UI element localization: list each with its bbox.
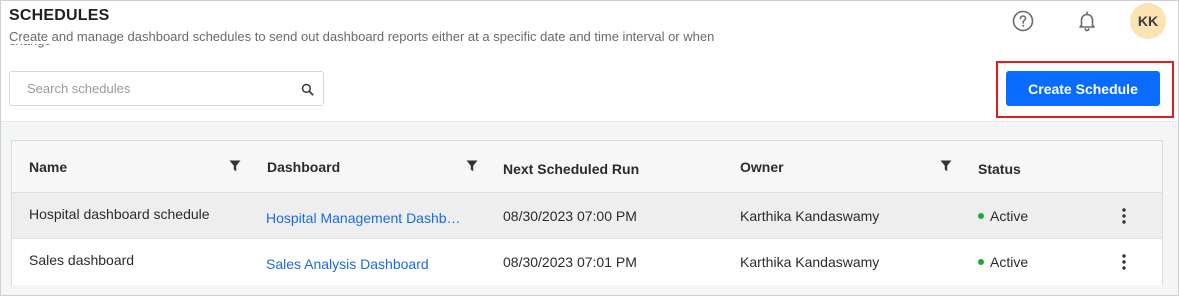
- owner-filter-icon[interactable]: [940, 160, 952, 172]
- row-name: Hospital dashboard schedule: [29, 206, 210, 222]
- row-next-run: 08/30/2023 07:01 PM: [503, 254, 637, 270]
- search-input[interactable]: [10, 72, 290, 105]
- row-owner: Karthika Kandaswamy: [740, 208, 880, 224]
- row-dashboard-label[interactable]: Sales Analysis Dashboard: [266, 256, 429, 272]
- page-header: SCHEDULES Create and manage dashboard sc…: [1, 1, 1178, 121]
- create-schedule-button[interactable]: Create Schedule: [1006, 71, 1160, 106]
- help-circle-icon: [1012, 10, 1034, 32]
- row-status: Active: [978, 193, 1088, 239]
- status-badge: Active: [990, 208, 1029, 224]
- row-dashboard-link[interactable]: Hospital Management Dashb…: [266, 195, 482, 241]
- search-icon[interactable]: [301, 83, 314, 96]
- page-title: SCHEDULES: [9, 7, 110, 24]
- search-box[interactable]: [9, 71, 324, 106]
- notifications-button[interactable]: [1071, 5, 1103, 37]
- column-header-name[interactable]: Name: [29, 141, 67, 193]
- column-header-status[interactable]: Status: [978, 143, 1021, 195]
- name-filter-icon[interactable]: [229, 160, 241, 172]
- row-name: Sales dashboard: [29, 252, 135, 268]
- table-row[interactable]: Hospital dashboard schedule Hospital Man…: [12, 193, 1162, 239]
- schedules-grid: Name Dashboard Next Scheduled Run Owner …: [11, 140, 1163, 285]
- row-dashboard-label[interactable]: Hospital Management Dashb…: [266, 210, 461, 226]
- row-owner: Karthika Kandaswamy: [740, 254, 880, 270]
- row-status: Active: [978, 239, 1088, 285]
- more-options-icon[interactable]: [1116, 206, 1132, 226]
- page-subtitle-overflow: changes: [9, 44, 49, 48]
- help-button[interactable]: [1007, 5, 1039, 37]
- column-header-owner[interactable]: Owner: [740, 141, 784, 193]
- status-badge: Active: [990, 254, 1029, 270]
- page-subtitle: Create and manage dashboard schedules to…: [9, 29, 715, 44]
- schedules-page: SCHEDULES Create and manage dashboard sc…: [0, 0, 1179, 296]
- grid-header: Name Dashboard Next Scheduled Run Owner …: [12, 141, 1162, 193]
- row-dashboard-link[interactable]: Sales Analysis Dashboard: [266, 241, 482, 287]
- row-next-run: 08/30/2023 07:00 PM: [503, 208, 637, 224]
- column-header-next-run[interactable]: Next Scheduled Run: [503, 143, 639, 195]
- schedules-content: Name Dashboard Next Scheduled Run Owner …: [1, 121, 1178, 295]
- page-subtitle-overflow-text: changes: [9, 44, 49, 48]
- dashboard-filter-icon[interactable]: [466, 160, 478, 172]
- more-options-icon[interactable]: [1116, 252, 1132, 272]
- column-header-dashboard[interactable]: Dashboard: [267, 141, 340, 193]
- user-avatar[interactable]: KK: [1130, 3, 1166, 39]
- bell-icon: [1079, 11, 1095, 32]
- table-row[interactable]: Sales dashboard Sales Analysis Dashboard…: [12, 239, 1162, 285]
- status-active-dot-icon: [978, 213, 984, 219]
- status-active-dot-icon: [978, 259, 984, 265]
